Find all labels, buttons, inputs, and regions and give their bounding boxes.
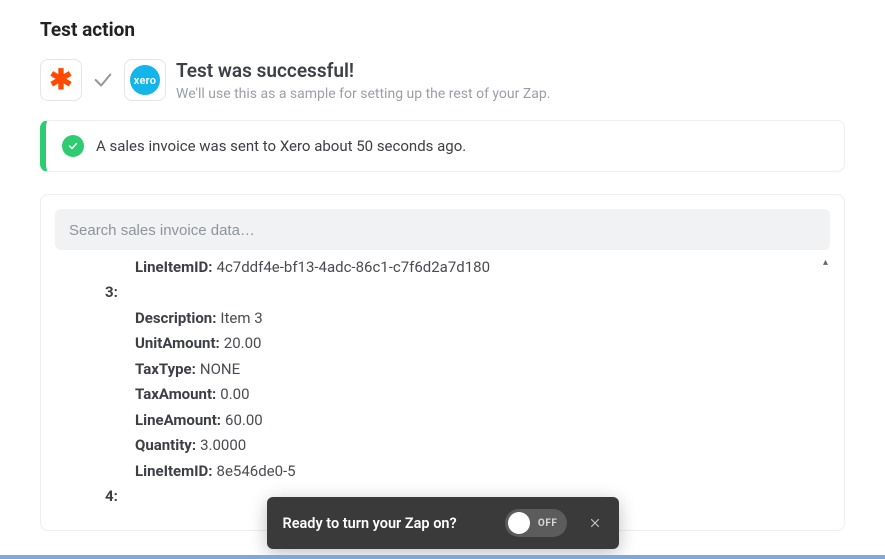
toast-close-button[interactable] (587, 513, 603, 534)
toast-text: Ready to turn your Zap on? (283, 515, 485, 532)
toggle-knob (508, 512, 530, 534)
result-kv-row: TaxType:NONE (55, 357, 830, 383)
window-bottom-accent (0, 555, 885, 559)
result-kv-value: NONE (200, 360, 240, 378)
result-kv-row: LineAmount:60.00 (55, 408, 830, 434)
result-kv-value: Item 3 (220, 309, 262, 327)
result-kv-value: 4c7ddf4e-bf13-4adc-86c1-c7f6d2a7d180 (217, 260, 491, 276)
result-kv-row: Quantity:3.0000 (55, 433, 830, 459)
toggle-state-label: OFF (538, 518, 558, 529)
zap-toggle[interactable]: OFF (505, 509, 567, 537)
banner-message: A sales invoice was sent to Xero about 5… (96, 137, 466, 155)
success-tick-icon (62, 135, 84, 157)
result-kv-value: 20.00 (224, 334, 262, 352)
result-kv-value: 60.00 (225, 411, 263, 429)
result-heading: Test was successful! (176, 59, 550, 84)
result-subtext: We'll use this as a sample for setting u… (176, 86, 550, 102)
search-row (55, 209, 830, 250)
success-banner: A sales invoice was sent to Xero about 5… (40, 120, 845, 172)
result-kv-value: 8e546de0-5 (217, 462, 296, 480)
result-kv-value: 3.0000 (200, 436, 246, 454)
result-kv-row: Description:Item 3 (55, 306, 830, 332)
result-index-row: 3: (55, 280, 830, 306)
close-icon (589, 517, 601, 529)
result-kv-value: 0.00 (220, 385, 249, 403)
target-app-badge: xero (124, 59, 166, 101)
page-title: Test action (40, 18, 845, 41)
result-kv-label: Description: (135, 309, 216, 327)
result-kv-label: LineAmount: (135, 411, 221, 429)
result-kv-label: UnitAmount: (135, 334, 220, 352)
result-kv-row: UnitAmount:20.00 (55, 331, 830, 357)
result-kv-label: TaxAmount: (135, 385, 216, 403)
result-kv-label: Quantity: (135, 436, 196, 454)
result-kv-label: TaxType: (135, 360, 196, 378)
search-input[interactable] (69, 222, 816, 239)
zapier-icon: ✱ (49, 66, 72, 94)
source-app-badge: ✱ (40, 59, 82, 101)
result-kv-row: TaxAmount:0.00 (55, 382, 830, 408)
results-viewport[interactable]: LineAmount:60.00Quantity:2.0000LineItemI… (55, 260, 830, 530)
result-kv-label: LineItemID: (135, 260, 213, 276)
result-card: ▴ LineAmount:60.00Quantity:2.0000LineIte… (40, 194, 845, 531)
result-header: ✱ xero Test was successful! We'll use th… (40, 59, 845, 102)
result-kv-label: LineItemID: (135, 462, 213, 480)
result-kv-row: LineItemID:8e546de0-5 (55, 459, 830, 485)
xero-icon: xero (130, 65, 160, 95)
result-kv-row: LineItemID:4c7ddf4e-bf13-4adc-86c1-c7f6d… (55, 260, 830, 281)
success-check-icon (92, 69, 114, 91)
enable-zap-toast: Ready to turn your Zap on? OFF (267, 497, 619, 549)
